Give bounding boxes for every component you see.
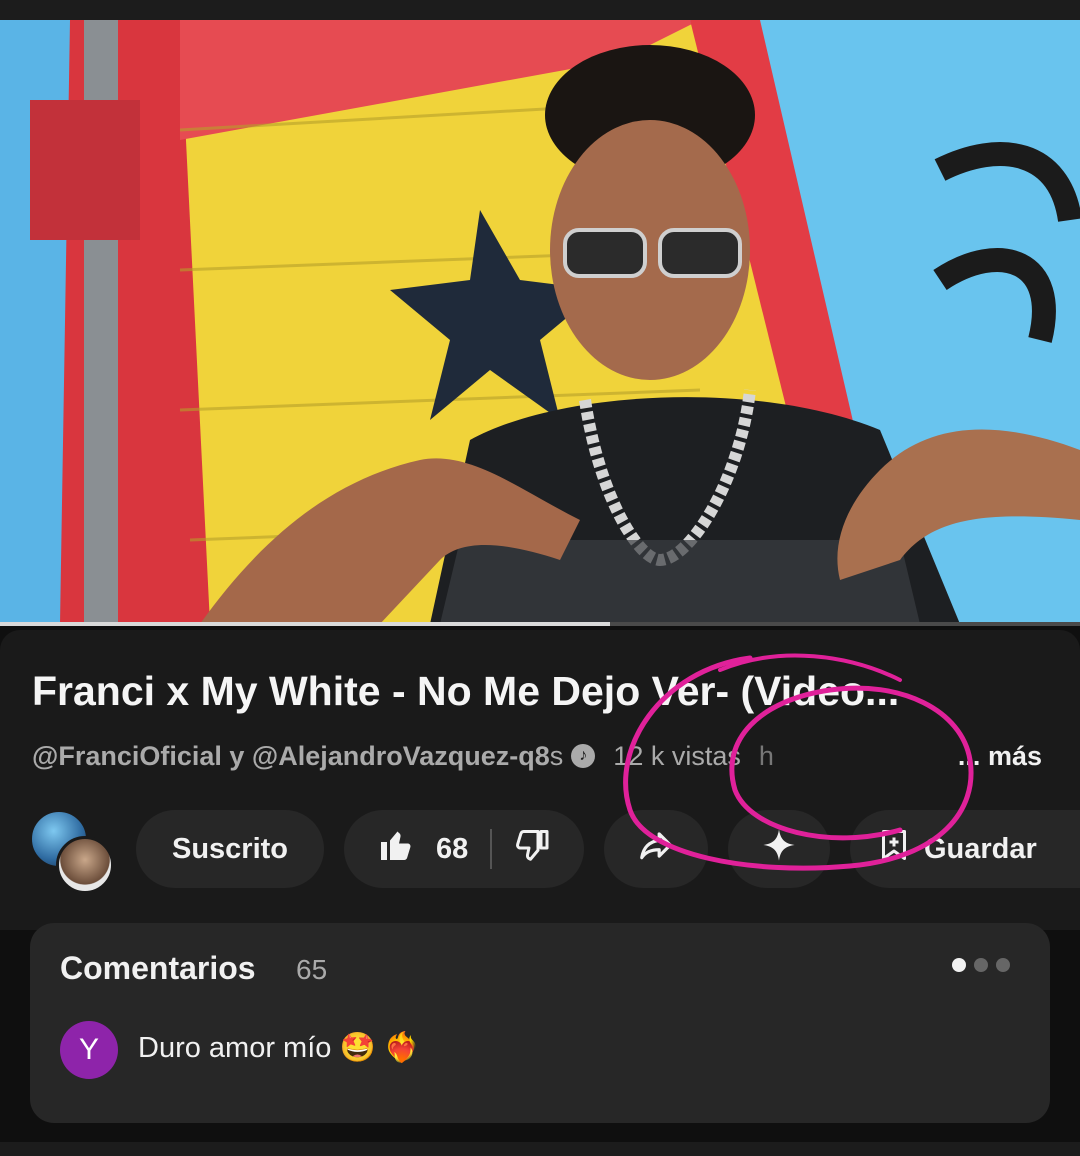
channel-names-suffix: s (549, 740, 564, 771)
pager-dot (974, 958, 988, 972)
status-strip (0, 0, 1080, 20)
dislike-icon[interactable] (514, 827, 550, 871)
share-button[interactable] (604, 810, 708, 888)
video-frame-image (0, 20, 1080, 624)
more-link[interactable]: ... más (958, 741, 1042, 772)
view-count: 12 k vistas (613, 740, 741, 771)
save-label: Guardar (924, 832, 1037, 865)
channel-names[interactable]: @FranciOficial y @AlejandroVazquez-q8 (32, 741, 550, 772)
video-title[interactable]: Franci x My White - No Me Dejo Ver- (Vid… (32, 668, 1042, 715)
comment-text: Duro amor mío 🤩 ❤️‍🔥 (138, 1032, 420, 1064)
meta-trail: h (758, 740, 774, 771)
share-icon (637, 826, 675, 872)
like-dislike-group: 68 (344, 810, 584, 888)
pager-dot (996, 958, 1010, 972)
subscribe-button[interactable]: Suscrito (136, 810, 324, 888)
ask-ai-button[interactable] (728, 810, 830, 888)
video-progress-bar[interactable] (0, 622, 1080, 626)
save-button[interactable]: Guardar (850, 810, 1080, 888)
comments-count: 65 (296, 954, 328, 985)
music-verified-icon: ♪ (571, 744, 596, 768)
like-divider (490, 829, 493, 869)
channel-avatar-secondary[interactable] (56, 836, 114, 894)
like-icon[interactable] (378, 827, 414, 871)
pager-dot-active (952, 958, 966, 972)
save-icon (876, 827, 912, 871)
more-dots: ... (957, 740, 981, 771)
video-meta[interactable]: @FranciOficial y @AlejandroVazquez-q8 s ♪… (32, 738, 1042, 774)
more-label: más (987, 740, 1042, 771)
video-player[interactable] (0, 20, 1080, 624)
video-progress-fill (0, 622, 611, 626)
comments-title: Comentarios (60, 950, 256, 986)
like-count: 68 (436, 832, 469, 865)
comments-pager (952, 958, 1010, 972)
commenter-avatar[interactable]: Y (60, 1021, 118, 1079)
bottom-strip (0, 1142, 1080, 1156)
sparkle-icon (762, 828, 796, 870)
subscribe-label: Suscrito (171, 832, 289, 865)
